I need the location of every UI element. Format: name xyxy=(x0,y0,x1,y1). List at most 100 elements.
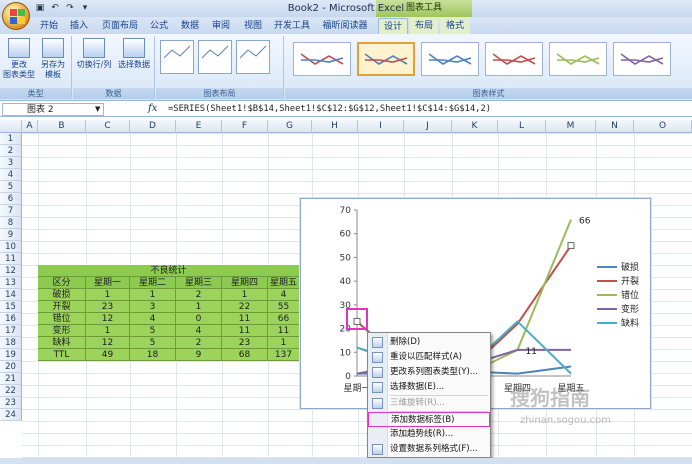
table-cell[interactable]: 2 xyxy=(176,289,222,301)
style-thumb-6[interactable] xyxy=(613,42,671,76)
table-cell[interactable]: 12 xyxy=(86,313,130,325)
select-all-corner[interactable] xyxy=(0,120,22,133)
style-thumb-5[interactable] xyxy=(549,42,607,76)
layout-thumb-3[interactable] xyxy=(236,40,270,74)
style-thumb-4[interactable] xyxy=(485,42,543,76)
table-cell[interactable]: 4 xyxy=(176,325,222,337)
table-cell[interactable]: 1 xyxy=(86,325,130,337)
customize-qat-icon[interactable]: ▾ xyxy=(79,2,91,14)
select-data-button[interactable]: 选择数据 xyxy=(115,38,153,70)
table-cell[interactable]: 1 xyxy=(268,337,300,349)
row-header-21[interactable]: 21 xyxy=(0,373,22,385)
legend-label[interactable]: 开裂 xyxy=(621,276,639,287)
context-menu-item-8[interactable]: 设置数据系列格式(F)... xyxy=(368,442,490,457)
table-cell[interactable]: 5 xyxy=(130,325,176,337)
row-header-10[interactable]: 10 xyxy=(0,241,22,253)
context-menu-item-1[interactable]: 删除(D) xyxy=(368,335,490,350)
column-header-C[interactable]: C xyxy=(86,120,130,133)
context-menu-item-2[interactable]: 重设以匹配样式(A) xyxy=(368,350,490,365)
table-cell[interactable]: 1 xyxy=(130,289,176,301)
tab-view[interactable]: 视图 xyxy=(240,18,266,34)
table-cell[interactable]: 11 xyxy=(268,325,300,337)
table-header-cell[interactable]: 星期五 xyxy=(268,277,300,289)
table-cell[interactable]: 0 xyxy=(176,313,222,325)
formula-input[interactable]: =SERIES(Sheet1!$B$14,Sheet1!$C$12:$G$12,… xyxy=(168,103,491,115)
column-header-D[interactable]: D xyxy=(130,120,176,133)
row-header-17[interactable]: 17 xyxy=(0,325,22,337)
column-header-G[interactable]: G xyxy=(268,120,312,133)
row-header-2[interactable]: 2 xyxy=(0,145,22,157)
table-cell[interactable]: 1 xyxy=(222,289,268,301)
table-cell[interactable]: 55 xyxy=(268,301,300,313)
save-icon[interactable]: ▣ xyxy=(34,2,46,14)
redo-icon[interactable]: ↷ xyxy=(64,2,76,14)
table-cell[interactable]: TTL xyxy=(38,349,86,361)
change-chart-type-button[interactable]: 更改 图表类型 xyxy=(2,38,36,80)
row-header-24[interactable]: 24 xyxy=(0,409,22,421)
column-header-E[interactable]: E xyxy=(176,120,222,133)
name-box[interactable]: 图表 2 xyxy=(2,103,104,116)
column-header-N[interactable]: N xyxy=(596,120,634,133)
table-cell[interactable]: 23 xyxy=(222,337,268,349)
table-cell[interactable]: 1 xyxy=(176,301,222,313)
layout-thumb-1[interactable] xyxy=(160,40,194,74)
legend-label[interactable]: 破损 xyxy=(621,261,639,273)
tab-format[interactable]: 格式 xyxy=(440,18,470,34)
tab-foxit-reader[interactable]: 福昕阅读器 xyxy=(318,18,372,34)
row-header-20[interactable]: 20 xyxy=(0,361,22,373)
table-header-cell[interactable]: 星期四 xyxy=(222,277,268,289)
table-header-cell[interactable]: 区分 xyxy=(38,277,86,289)
table-cell[interactable]: 9 xyxy=(176,349,222,361)
column-header-H[interactable]: H xyxy=(312,120,358,133)
table-cell[interactable]: 137 xyxy=(268,349,300,361)
row-header-9[interactable]: 9 xyxy=(0,229,22,241)
table-cell[interactable]: 49 xyxy=(86,349,130,361)
column-header-M[interactable]: M xyxy=(546,120,596,133)
row-header-15[interactable]: 15 xyxy=(0,301,22,313)
row-header-22[interactable]: 22 xyxy=(0,385,22,397)
row-header-16[interactable]: 16 xyxy=(0,313,22,325)
row-header-11[interactable]: 11 xyxy=(0,253,22,265)
legend-label[interactable]: 缺料 xyxy=(621,317,639,329)
style-thumb-2[interactable] xyxy=(357,42,415,76)
name-box-dropdown-icon[interactable]: ▼ xyxy=(95,105,100,113)
table-cell[interactable]: 22 xyxy=(222,301,268,313)
style-thumb-3[interactable] xyxy=(421,42,479,76)
tab-formulas[interactable]: 公式 xyxy=(146,18,172,34)
column-header-A[interactable]: A xyxy=(22,120,38,133)
column-header-J[interactable]: J xyxy=(404,120,452,133)
table-cell[interactable]: 错位 xyxy=(38,313,86,325)
switch-row-column-button[interactable]: 切换行/列 xyxy=(75,38,113,70)
row-header-8[interactable]: 8 xyxy=(0,217,22,229)
context-menu-item-7[interactable]: 添加趋势线(R)... xyxy=(368,427,490,442)
column-header-F[interactable]: F xyxy=(222,120,268,133)
table-cell[interactable]: 开裂 xyxy=(38,301,86,313)
tab-review[interactable]: 审阅 xyxy=(208,18,234,34)
table-title-cell[interactable]: 不良统计 xyxy=(38,265,300,277)
style-thumb-1[interactable] xyxy=(293,42,351,76)
table-cell[interactable]: 66 xyxy=(268,313,300,325)
row-header-19[interactable]: 19 xyxy=(0,349,22,361)
legend-label[interactable]: 错位 xyxy=(621,289,639,301)
column-header-B[interactable]: B xyxy=(38,120,86,133)
tab-layout[interactable]: 布局 xyxy=(410,18,438,34)
context-menu-item-6[interactable]: 添加数据标签(B) xyxy=(368,412,490,427)
table-cell[interactable]: 12 xyxy=(86,337,130,349)
insert-function-icon[interactable]: fx xyxy=(148,103,157,114)
table-cell[interactable]: 3 xyxy=(130,301,176,313)
tab-insert[interactable]: 插入 xyxy=(66,18,92,34)
table-cell[interactable]: 11 xyxy=(222,313,268,325)
selected-point-marker[interactable] xyxy=(567,242,575,250)
tab-developer[interactable]: 开发工具 xyxy=(270,18,314,34)
table-cell[interactable]: 23 xyxy=(86,301,130,313)
table-header-cell[interactable]: 星期二 xyxy=(130,277,176,289)
row-header-6[interactable]: 6 xyxy=(0,193,22,205)
context-menu-item-4[interactable]: 选择数据(E)... xyxy=(368,380,490,395)
table-cell[interactable]: 1 xyxy=(86,289,130,301)
tab-page-layout[interactable]: 页面布局 xyxy=(98,18,142,34)
row-header-4[interactable]: 4 xyxy=(0,169,22,181)
save-as-template-button[interactable]: 另存为 模板 xyxy=(36,38,70,80)
tab-data[interactable]: 数据 xyxy=(177,18,203,34)
column-header-K[interactable]: K xyxy=(452,120,498,133)
table-cell[interactable]: 2 xyxy=(176,337,222,349)
